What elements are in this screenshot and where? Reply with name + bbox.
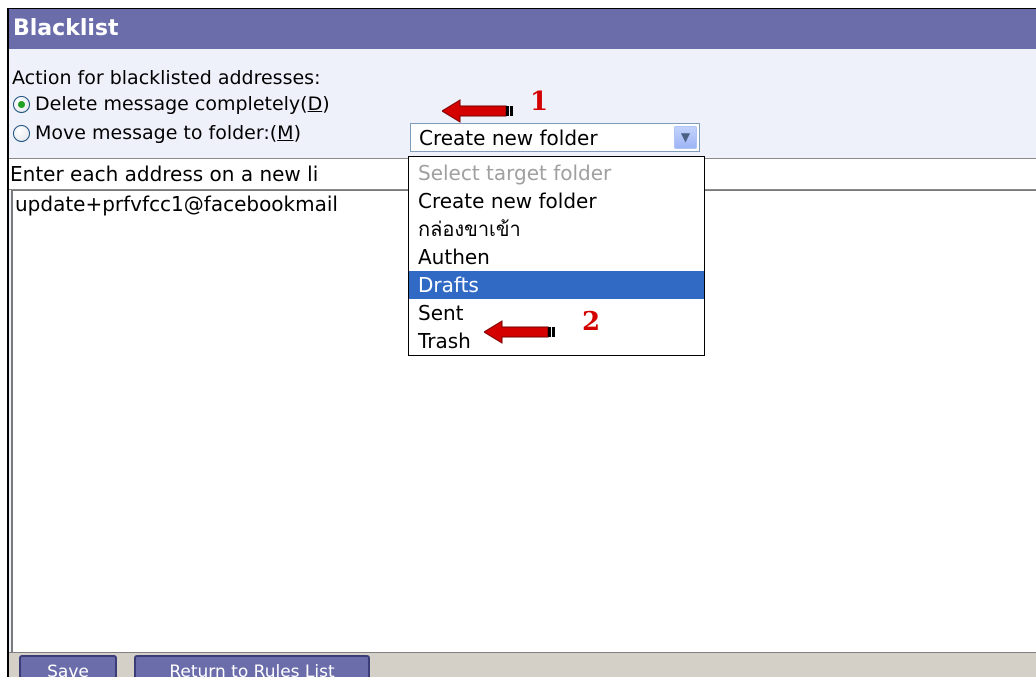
address-label: Enter each address on a new li bbox=[10, 162, 319, 186]
address-entry: update+prfvfcc1@facebookmail bbox=[15, 192, 338, 216]
delete-radio[interactable] bbox=[13, 96, 30, 113]
folder-select-value: Create new folder bbox=[419, 126, 598, 150]
blacklist-panel: Blacklist Action for blacklisted address… bbox=[7, 8, 1036, 677]
panel-title: Blacklist bbox=[9, 9, 1036, 49]
radio-checked-dot bbox=[18, 101, 25, 108]
red-arrow-icon bbox=[442, 99, 513, 123]
dropdown-option-create-new[interactable]: Create new folder bbox=[409, 187, 704, 215]
move-radio[interactable] bbox=[13, 125, 30, 142]
action-label: Action for blacklisted addresses: bbox=[12, 67, 321, 89]
dropdown-option-inbox[interactable]: กล่องขาเข้า bbox=[409, 215, 704, 243]
delete-option-label[interactable]: Delete message completely(D) bbox=[35, 92, 330, 116]
chevron-down-icon[interactable]: ▼ bbox=[674, 126, 697, 149]
dropdown-option-drafts[interactable]: Drafts bbox=[409, 271, 704, 299]
folder-select[interactable]: Create new folder ▼ bbox=[410, 123, 700, 152]
red-arrow-icon bbox=[484, 320, 555, 344]
annotation-marker-1: 1 bbox=[530, 87, 549, 117]
dropdown-option-select-target: Select target folder bbox=[418, 161, 612, 185]
move-option-label[interactable]: Move message to folder:(M) bbox=[35, 121, 301, 145]
dropdown-option-authen[interactable]: Authen bbox=[409, 243, 704, 271]
annotation-marker-2: 2 bbox=[582, 307, 601, 337]
save-button[interactable]: Save bbox=[19, 655, 117, 677]
return-to-rules-list-button[interactable]: Return to Rules List bbox=[134, 655, 370, 677]
